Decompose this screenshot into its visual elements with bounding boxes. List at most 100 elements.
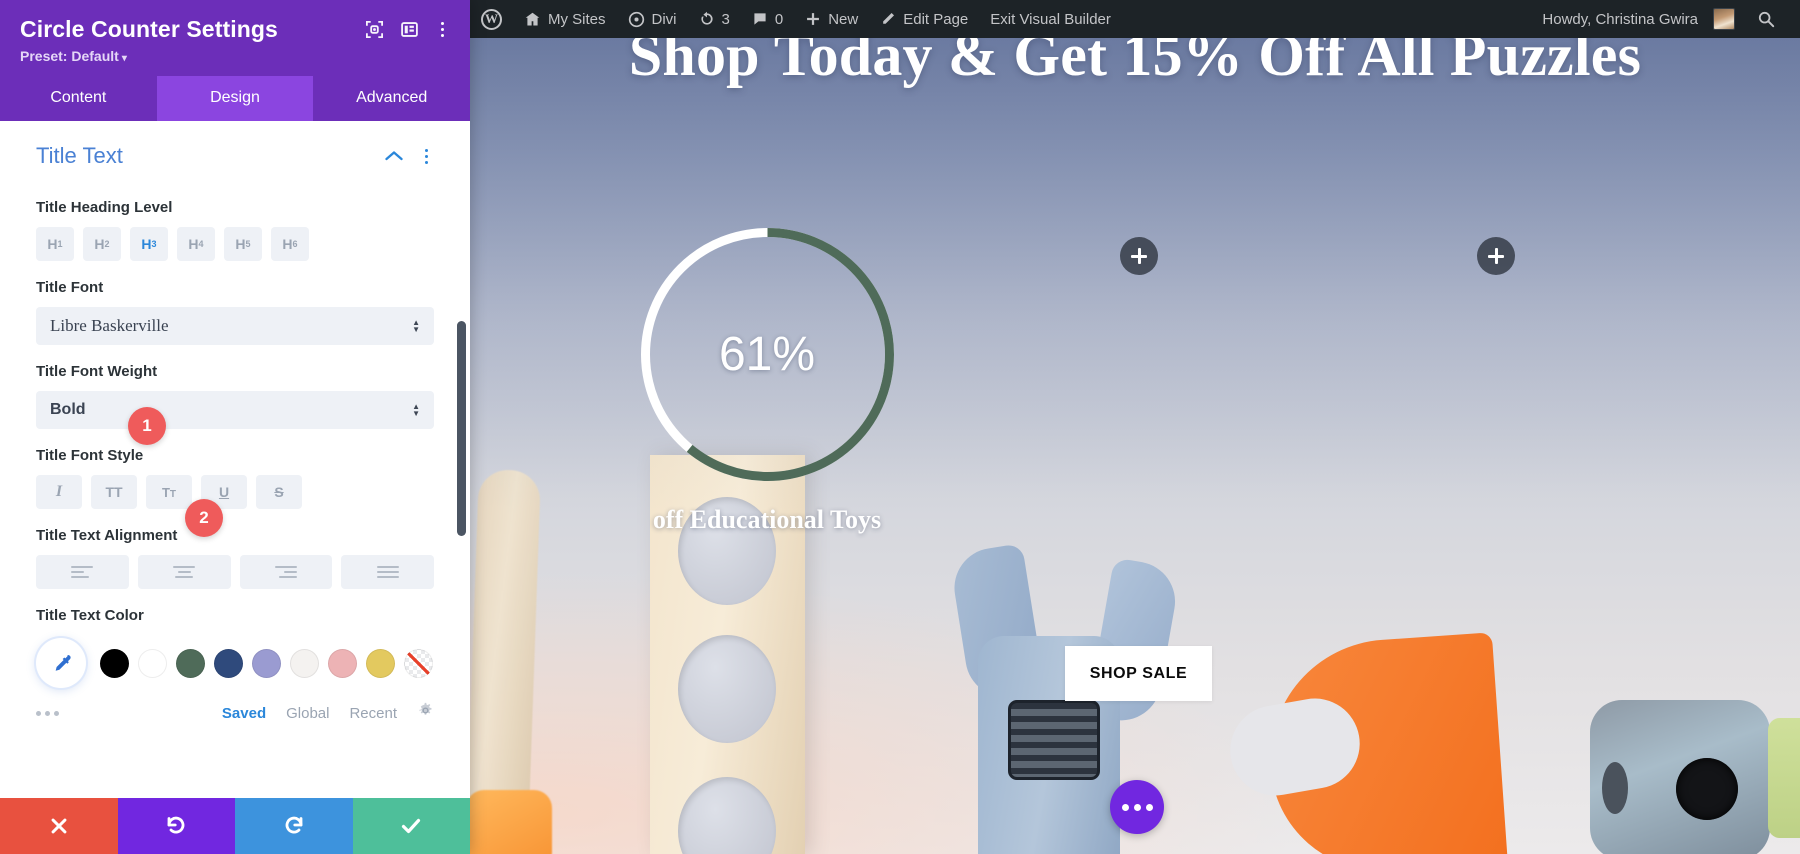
adminbar-item-my-sites[interactable]: My Sites — [513, 0, 617, 38]
adminbar-account-menu[interactable]: Howdy, Christina Gwira — [1531, 0, 1746, 38]
layout-panel-icon[interactable] — [400, 20, 419, 39]
more-dots-icon[interactable] — [36, 710, 59, 716]
adminbar-item-comments[interactable]: 0 — [741, 0, 794, 38]
palette-tab-recent[interactable]: Recent — [349, 705, 397, 722]
adminbar-item-exit-visual-builder[interactable]: Exit Visual Builder — [979, 0, 1122, 38]
revisions-icon — [699, 11, 715, 27]
color-swatch-black[interactable] — [100, 648, 129, 678]
module-settings-modal: Circle Counter Settings Preset: Default ▾ — [0, 0, 470, 854]
adminbar-search-button[interactable] — [1746, 0, 1786, 38]
heading-level-h2[interactable]: H2 — [83, 227, 121, 261]
circle-counter-module[interactable]: 61% off Educational Toys — [632, 222, 902, 542]
color-swatch-periwinkle[interactable] — [252, 648, 281, 678]
color-palette-footer: Saved Global Recent — [36, 702, 434, 724]
tab-advanced[interactable]: Advanced — [313, 76, 470, 121]
circle-counter-ring: 61% — [635, 222, 900, 487]
pencil-icon — [880, 11, 896, 27]
field-label: Title Font Weight — [36, 363, 158, 380]
chevron-down-icon: ▾ — [121, 53, 127, 64]
adminbar-label: New — [828, 10, 859, 28]
undo-button[interactable] — [117, 798, 235, 854]
title-font-weight-select[interactable]: Bold ▲ ▼ — [36, 391, 434, 429]
color-swatch-none[interactable] — [404, 648, 433, 678]
adminbar-item-divi[interactable]: Divi — [617, 0, 688, 38]
chevron-up-icon[interactable] — [385, 147, 403, 166]
palette-tab-global[interactable]: Global — [286, 705, 329, 722]
field-title-font-style: Title Font Style I TT TT U S — [36, 447, 434, 509]
add-module-button-1[interactable] — [1120, 237, 1158, 275]
section-title-text[interactable]: Title Text — [36, 121, 434, 181]
preset-selector[interactable]: Preset: Default ▾ — [20, 48, 278, 64]
more-dots-icon — [1133, 803, 1141, 811]
heading-level-h6[interactable]: H6 — [271, 227, 309, 261]
heading-level-h4[interactable]: H4 — [177, 227, 215, 261]
field-title-text-color: Title Text Color Saved Global Recent — [36, 607, 434, 724]
align-justify-icon — [376, 566, 399, 578]
avatar — [1713, 8, 1735, 30]
field-label: Title Text Color — [36, 607, 144, 624]
palette-tab-saved[interactable]: Saved — [222, 705, 266, 722]
font-style-small-caps[interactable]: TT — [146, 475, 192, 509]
visual-builder-screen: Shop Today & Get 15% Off All Puzzles 61%… — [0, 0, 1800, 854]
wordpress-logo-icon — [481, 8, 502, 30]
eyedropper-button[interactable] — [36, 638, 86, 688]
settings-scroll-area: Title Text Title Heading Level H1 H2 H3 — [0, 121, 470, 798]
gear-icon[interactable] — [417, 702, 434, 724]
adminbar-item-new[interactable]: New — [794, 0, 869, 38]
shop-sale-button[interactable]: SHOP SALE — [1065, 646, 1212, 701]
color-swatch-white[interactable] — [138, 648, 167, 678]
eyedropper-icon — [55, 654, 71, 671]
heading-level-h3[interactable]: H3 — [130, 227, 168, 261]
comment-icon — [752, 11, 768, 27]
font-style-italic[interactable]: I — [36, 475, 82, 509]
add-module-button-2[interactable] — [1477, 237, 1515, 275]
color-swatch-row — [36, 638, 434, 688]
adminbar-item-edit-page[interactable]: Edit Page — [869, 0, 979, 38]
redo-button[interactable] — [235, 798, 353, 854]
tab-design[interactable]: Design — [156, 76, 314, 121]
settings-scrollbar[interactable] — [457, 321, 466, 536]
select-spinner-icon: ▲ ▼ — [412, 402, 420, 418]
title-font-weight-value: Bold — [50, 401, 86, 418]
save-button[interactable] — [352, 798, 470, 854]
color-swatch-pink[interactable] — [328, 648, 357, 678]
field-title-heading-level: Title Heading Level H1 H2 H3 H4 H5 H6 — [36, 199, 434, 261]
font-style-uppercase[interactable]: TT — [91, 475, 137, 509]
tab-content[interactable]: Content — [0, 76, 157, 121]
field-title-font: Title Font Libre Baskerville ▲ ▼ — [36, 279, 434, 345]
color-swatch-off-white[interactable] — [290, 648, 319, 678]
module-more-options-button[interactable] — [1110, 780, 1164, 834]
font-style-button-group: I TT TT U S — [36, 475, 434, 509]
close-icon — [51, 818, 67, 834]
align-left-button[interactable] — [36, 555, 129, 589]
title-font-select[interactable]: Libre Baskerville ▲ ▼ — [36, 307, 434, 345]
cancel-button[interactable] — [0, 798, 118, 854]
text-alignment-button-group — [36, 555, 434, 589]
align-justify-button[interactable] — [341, 555, 434, 589]
settings-header: Circle Counter Settings Preset: Default ▾ — [0, 0, 470, 76]
more-dots-icon — [1145, 803, 1153, 811]
field-label: Title Font Style — [36, 447, 144, 464]
field-title-font-weight: Title Font Weight Bold ▲ ▼ — [36, 363, 434, 429]
overflow-menu-icon[interactable] — [435, 20, 450, 39]
heading-level-h5[interactable]: H5 — [224, 227, 262, 261]
adminbar-item-revisions[interactable]: 3 — [688, 0, 741, 38]
plus-icon — [805, 11, 821, 27]
adminbar-label: 3 — [721, 10, 730, 28]
adminbar-label: Edit Page — [903, 10, 969, 28]
color-swatch-dark-green[interactable] — [176, 648, 205, 678]
focus-target-icon[interactable] — [365, 20, 384, 39]
section-overflow-menu-icon[interactable] — [419, 147, 434, 166]
section-heading: Title Text — [36, 143, 123, 168]
callout-badge-1: 1 — [128, 407, 166, 445]
field-title-text-alignment: Title Text Alignment — [36, 527, 434, 589]
align-center-button[interactable] — [137, 555, 231, 589]
settings-tabs: Content Design Advanced — [0, 76, 470, 121]
color-swatch-gold[interactable] — [366, 648, 395, 678]
heading-level-h1[interactable]: H1 — [36, 227, 74, 261]
color-swatch-navy[interactable] — [214, 648, 243, 678]
howdy-label: Howdy, Christina Gwira — [1542, 10, 1698, 28]
align-right-button[interactable] — [239, 555, 333, 589]
wp-logo-menu[interactable] — [470, 0, 513, 38]
font-style-strikethrough[interactable]: S — [256, 475, 302, 509]
